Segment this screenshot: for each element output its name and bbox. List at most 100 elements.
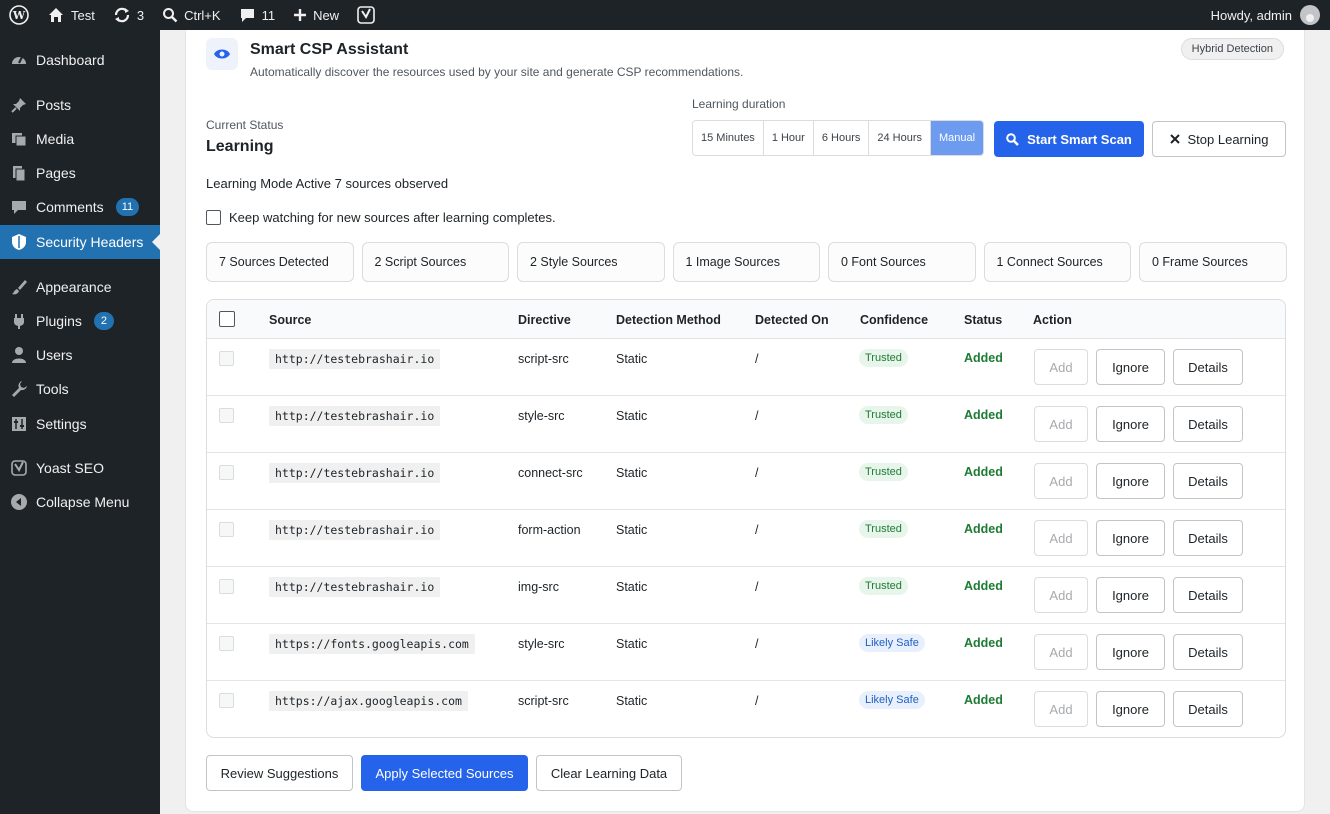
yoast-adminbar-link[interactable] (348, 0, 384, 30)
duration-option-24-hours[interactable]: 24 Hours (869, 121, 932, 155)
close-icon (1169, 134, 1180, 144)
details-button[interactable]: Details (1173, 349, 1243, 385)
add-button[interactable]: Add (1034, 349, 1088, 385)
admin-sidebar: Dashboard Posts Media Pages Comments 11 … (0, 30, 160, 814)
duration-option-1-hour[interactable]: 1 Hour (763, 121, 814, 155)
table-row: http://testebrashair.io script-src Static /… (207, 339, 1285, 396)
sidebar-item-dashboard[interactable]: Dashboard (0, 43, 160, 77)
search-shortcut[interactable]: Ctrl+K (153, 0, 229, 30)
keep-watching-option[interactable]: Keep watching for new sources after lear… (206, 210, 556, 225)
source-url: https://ajax.googleapis.com (269, 691, 468, 711)
column-header-detection-method: Detection Method (616, 313, 721, 327)
directive-cell: script-src (518, 694, 569, 708)
column-header-confidence: Confidence (860, 313, 929, 327)
add-button[interactable]: Add (1034, 634, 1088, 670)
stop-learning-label: Stop Learning (1187, 131, 1269, 147)
directive-cell: style-src (518, 637, 565, 651)
ignore-button[interactable]: Ignore (1096, 634, 1165, 670)
status-label: Current Status (206, 118, 284, 132)
ignore-button[interactable]: Ignore (1096, 520, 1165, 556)
row-checkbox[interactable] (219, 351, 234, 366)
duration-option-manual[interactable]: Manual (931, 121, 984, 155)
ignore-button[interactable]: Ignore (1096, 349, 1165, 385)
sidebar-item-appearance[interactable]: Appearance (0, 270, 160, 304)
row-checkbox[interactable] (219, 522, 234, 537)
duration-option-6-hours[interactable]: 6 Hours (813, 121, 870, 155)
status-added: Added (964, 465, 1003, 479)
duration-label: Learning duration (692, 97, 786, 111)
details-button[interactable]: Details (1173, 406, 1243, 442)
directive-cell: img-src (518, 580, 559, 594)
plug-icon (10, 312, 28, 330)
sidebar-item-comments[interactable]: Comments 11 (0, 190, 160, 224)
new-content-link[interactable]: New (284, 0, 348, 30)
row-checkbox[interactable] (219, 465, 234, 480)
details-button[interactable]: Details (1173, 691, 1243, 727)
row-checkbox[interactable] (219, 579, 234, 594)
detected-on-cell: / (755, 580, 759, 594)
comments-count: 11 (261, 7, 276, 23)
stop-learning-button[interactable]: Stop Learning (1152, 121, 1286, 157)
status-added: Added (964, 522, 1003, 536)
directive-cell: script-src (518, 352, 569, 366)
add-button[interactable]: Add (1034, 691, 1088, 727)
sidebar-item-yoast-seo[interactable]: Yoast SEO (0, 451, 160, 485)
wordpress-logo-button[interactable]: W (0, 0, 38, 30)
row-checkbox[interactable] (219, 693, 234, 708)
select-all-checkbox[interactable] (219, 311, 235, 327)
details-button[interactable]: Details (1173, 634, 1243, 670)
apply-selected-sources-button[interactable]: Apply Selected Sources (361, 755, 528, 791)
sidebar-item-media[interactable]: Media (0, 122, 160, 156)
sidebar-item-plugins[interactable]: Plugins 2 (0, 304, 160, 338)
column-header-directive: Directive (518, 313, 571, 327)
column-header-status: Status (964, 313, 1003, 327)
add-button[interactable]: Add (1034, 577, 1088, 613)
keep-watching-label: Keep watching for new sources after lear… (229, 210, 556, 225)
my-account[interactable]: Howdy, admin (1211, 5, 1330, 25)
stat-sources-detected: 7 Sources Detected (206, 242, 354, 282)
details-button[interactable]: Details (1173, 463, 1243, 499)
sidebar-item-posts[interactable]: Posts (0, 88, 160, 122)
clear-learning-data-button[interactable]: Clear Learning Data (536, 755, 682, 791)
sidebar-item-settings[interactable]: Settings (0, 407, 160, 441)
table-header: Source Directive Detection Method Detect… (207, 300, 1285, 339)
confidence-badge: Trusted (859, 577, 908, 595)
add-button[interactable]: Add (1034, 463, 1088, 499)
ignore-button[interactable]: Ignore (1096, 691, 1165, 727)
details-button[interactable]: Details (1173, 577, 1243, 613)
updates-link[interactable]: 3 (104, 0, 153, 30)
settings-icon (10, 415, 28, 433)
search-shortcut-label: Ctrl+K (184, 7, 221, 23)
ignore-button[interactable]: Ignore (1096, 406, 1165, 442)
confidence-badge: Likely Safe (859, 634, 925, 652)
row-checkbox[interactable] (219, 636, 234, 651)
learning-mode-text: Learning Mode Active 7 sources observed (206, 176, 449, 191)
review-suggestions-button[interactable]: Review Suggestions (206, 755, 353, 791)
keep-watching-checkbox[interactable] (206, 210, 221, 225)
site-name-link[interactable]: Test (38, 0, 104, 30)
source-url: http://testebrashair.io (269, 406, 441, 426)
comments-link[interactable]: 11 (230, 0, 285, 30)
pages-icon (10, 164, 28, 182)
directive-cell: form-action (518, 523, 581, 537)
sidebar-item-pages[interactable]: Pages (0, 156, 160, 190)
sidebar-item-security-headers[interactable]: Security Headers (0, 225, 160, 259)
add-button[interactable]: Add (1034, 520, 1088, 556)
search-icon (163, 8, 178, 23)
row-checkbox[interactable] (219, 408, 234, 423)
ignore-button[interactable]: Ignore (1096, 463, 1165, 499)
shield-icon (10, 233, 28, 251)
add-button[interactable]: Add (1034, 406, 1088, 442)
start-smart-scan-button[interactable]: Start Smart Scan (994, 121, 1144, 157)
sidebar-item-collapse-menu[interactable]: Collapse Menu (0, 485, 160, 519)
ignore-button[interactable]: Ignore (1096, 577, 1165, 613)
table-row: http://testebrashair.io style-src Static / T… (207, 396, 1285, 453)
media-icon (10, 130, 28, 148)
sidebar-item-users[interactable]: Users (0, 338, 160, 372)
duration-option-15-minutes[interactable]: 15 Minutes (693, 121, 764, 155)
greeting: Howdy, admin (1210, 7, 1292, 23)
sidebar-item-tools[interactable]: Tools (0, 372, 160, 406)
pin-icon (10, 96, 28, 114)
table-row: http://testebrashair.io connect-src Static… (207, 453, 1285, 510)
details-button[interactable]: Details (1173, 520, 1243, 556)
